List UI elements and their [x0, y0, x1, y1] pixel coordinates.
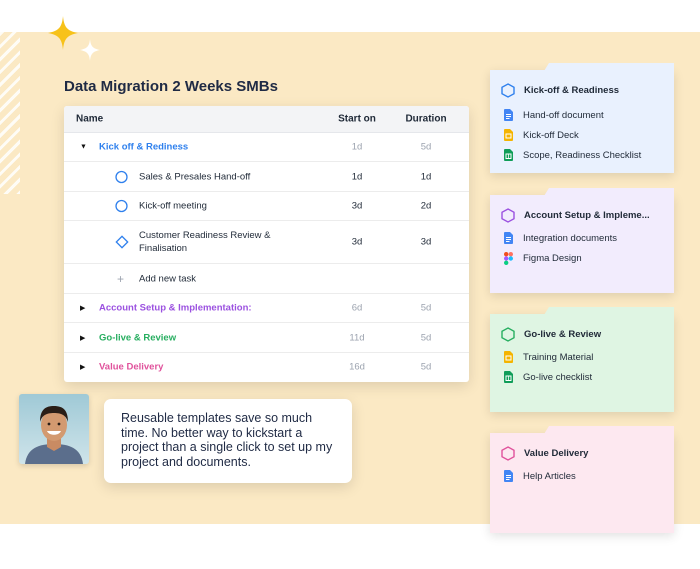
circle-icon[interactable]: [115, 199, 128, 213]
chevron-right-icon[interactable]: ▶: [80, 304, 85, 312]
group-duration: 5d: [420, 141, 432, 153]
group-duration: 5d: [420, 302, 432, 314]
card-item-label: Integration documents: [523, 232, 618, 244]
task-table: Name Start on Duration ▼ Kick off & Redi…: [64, 106, 469, 382]
card-item-label: Help Articles: [523, 470, 576, 482]
avatar: [19, 394, 89, 464]
group-row-kickoff[interactable]: ▼ Kick off & Rediness 1d 5d: [64, 133, 469, 162]
google-docs-icon: [504, 109, 513, 121]
card-tab: [544, 307, 674, 315]
plus-icon[interactable]: +: [117, 272, 124, 286]
google-slides-icon: [504, 129, 513, 141]
card-header: Go-live & Review: [501, 327, 601, 342]
testimonial-quote: Reusable templates save so much time. No…: [104, 399, 352, 483]
hexagon-icon: [501, 83, 515, 98]
card-item-label: Training Material: [523, 351, 594, 363]
group-duration: 5d: [420, 332, 432, 343]
decorative-stripes: [0, 32, 20, 194]
card-tab: [544, 188, 674, 196]
task-row[interactable]: Customer Readiness Review & Finalisation…: [64, 221, 469, 264]
card-title: Value Delivery: [524, 448, 589, 459]
group-start: 1d: [351, 141, 363, 153]
group-row-account-setup[interactable]: ▶ Account Setup & Implementation: 6d 5d: [64, 294, 469, 323]
table-header: Name Start on Duration: [64, 106, 469, 133]
group-row-value-delivery[interactable]: ▶ Value Delivery 16d 5d: [64, 353, 469, 381]
task-row[interactable]: Sales & Presales Hand-off 1d 1d: [64, 162, 469, 192]
hexagon-icon: [501, 327, 515, 342]
group-label: Value Delivery: [99, 361, 164, 373]
sparkle-small-icon: [80, 39, 100, 61]
card-item[interactable]: Figma Design: [504, 252, 582, 265]
person-photo-icon: [25, 406, 83, 464]
card-kickoff-readiness[interactable]: Kick-off & Readiness Hand-off document K…: [490, 63, 674, 173]
group-row-go-live[interactable]: ▶ Go-live & Review 11d 5d: [64, 323, 469, 353]
task-start: 3d: [351, 236, 363, 248]
task-start: 1d: [351, 171, 363, 182]
card-account-setup[interactable]: Account Setup & Impleme... Integration d…: [490, 188, 674, 293]
hexagon-icon: [501, 208, 515, 223]
google-docs-icon: [504, 232, 513, 244]
task-duration: 2d: [420, 200, 432, 212]
card-value-delivery[interactable]: Value Delivery Help Articles: [490, 426, 674, 533]
card-item-label: Go-live checklist: [523, 371, 593, 383]
group-label: Account Setup & Implementation:: [99, 302, 252, 314]
chevron-right-icon[interactable]: ▶: [80, 334, 85, 342]
add-task-row[interactable]: + Add new task: [64, 264, 469, 294]
sparkle-large-icon: [48, 16, 78, 50]
google-sheets-icon: [504, 149, 513, 161]
google-sheets-icon: [504, 371, 513, 383]
card-title: Account Setup & Impleme...: [524, 210, 650, 221]
task-name: Sales & Presales Hand-off: [139, 171, 251, 182]
add-task-label[interactable]: Add new task: [139, 272, 299, 285]
circle-icon[interactable]: [115, 170, 128, 183]
group-label: Kick off & Rediness: [99, 141, 189, 153]
chevron-right-icon[interactable]: ▶: [80, 363, 85, 371]
task-duration: 1d: [420, 171, 432, 182]
card-item[interactable]: Training Material: [504, 351, 593, 363]
google-slides-icon: [504, 351, 513, 363]
card-title: Kick-off & Readiness: [524, 85, 620, 96]
card-tab: [544, 63, 674, 71]
card-item-label: Figma Design: [523, 253, 582, 264]
card-item[interactable]: Integration documents: [504, 232, 617, 244]
column-header-duration[interactable]: Duration: [404, 114, 448, 125]
group-start: 16d: [349, 361, 365, 373]
card-item-label: Kick-off Deck: [523, 129, 579, 141]
task-start: 3d: [351, 200, 363, 212]
group-label: Go-live & Review: [99, 332, 177, 343]
page-title: Data Migration 2 Weeks SMBs: [64, 78, 278, 95]
figma-icon: [504, 252, 513, 265]
chevron-down-icon[interactable]: ▼: [80, 144, 87, 151]
hexagon-icon: [501, 446, 515, 461]
card-item[interactable]: Hand-off document: [504, 109, 604, 121]
group-duration: 5d: [420, 361, 432, 373]
card-item[interactable]: Go-live checklist: [504, 371, 592, 383]
card-go-live-review[interactable]: Go-live & Review Training Material Go-li…: [490, 307, 674, 412]
task-duration: 3d: [420, 236, 432, 248]
card-header: Account Setup & Impleme...: [501, 208, 650, 223]
diamond-icon[interactable]: [115, 235, 129, 249]
card-item-label: Scope, Readiness Checklist: [523, 149, 642, 161]
card-header: Kick-off & Readiness: [501, 83, 619, 98]
card-item[interactable]: Help Articles: [504, 470, 576, 482]
card-tab: [544, 426, 674, 434]
card-item[interactable]: Kick-off Deck: [504, 129, 579, 141]
card-item-label: Hand-off document: [523, 109, 604, 121]
card-title: Go-live & Review: [524, 329, 602, 340]
task-row[interactable]: Kick-off meeting 3d 2d: [64, 192, 469, 221]
task-name: Kick-off meeting: [139, 200, 207, 212]
task-name: Customer Readiness Review & Finalisation: [139, 230, 271, 254]
column-header-start[interactable]: Start on: [334, 114, 380, 125]
card-item[interactable]: Scope, Readiness Checklist: [504, 149, 641, 161]
card-header: Value Delivery: [501, 446, 588, 461]
group-start: 11d: [349, 332, 365, 343]
google-docs-icon: [504, 470, 513, 482]
group-start: 6d: [351, 302, 363, 314]
column-header-name[interactable]: Name: [76, 114, 103, 125]
